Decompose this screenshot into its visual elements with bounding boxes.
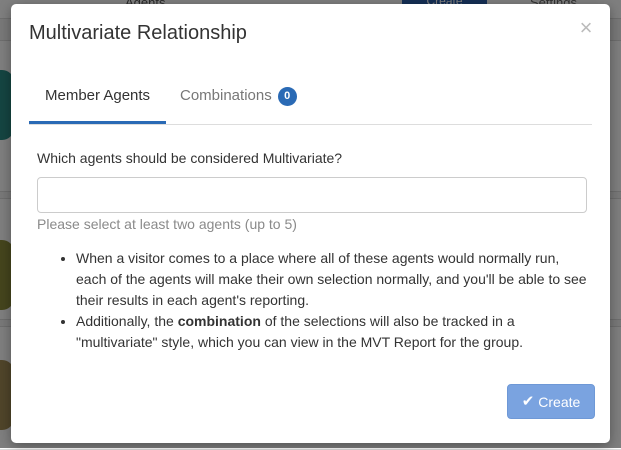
note-text: When a visitor comes to a place where al…: [76, 250, 587, 308]
tab-bar: Member Agents Combinations 0: [29, 76, 592, 125]
check-icon: ✔: [521, 393, 535, 410]
list-item: Additionally, the combination of the sel…: [76, 311, 592, 353]
info-list: When a visitor comes to a place where al…: [37, 248, 592, 353]
tab-member-agents[interactable]: Member Agents: [29, 76, 167, 124]
modal-footer: ✔ Create: [11, 383, 610, 443]
note-emphasis: combination: [177, 313, 261, 329]
modal-header: Multivariate Relationship ×: [11, 4, 610, 64]
note-text-pre: Additionally, the: [76, 313, 178, 329]
close-icon[interactable]: ×: [578, 17, 594, 39]
agents-question-label: Which agents should be considered Multiv…: [37, 150, 343, 166]
agents-help-text: Please select at least two agents (up to…: [37, 216, 297, 232]
list-item: When a visitor comes to a place where al…: [76, 248, 592, 311]
multivariate-modal: Multivariate Relationship × Member Agent…: [11, 4, 610, 443]
create-button-label: Create: [538, 393, 581, 410]
modal-title: Multivariate Relationship: [29, 22, 247, 44]
agents-select-input[interactable]: [37, 177, 587, 213]
tab-combinations[interactable]: Combinations 0: [164, 76, 313, 122]
create-button[interactable]: ✔ Create: [507, 384, 595, 419]
tab-label: Member Agents: [45, 87, 151, 104]
combinations-count-badge: 0: [277, 87, 297, 106]
tab-label: Combinations: [180, 87, 272, 104]
